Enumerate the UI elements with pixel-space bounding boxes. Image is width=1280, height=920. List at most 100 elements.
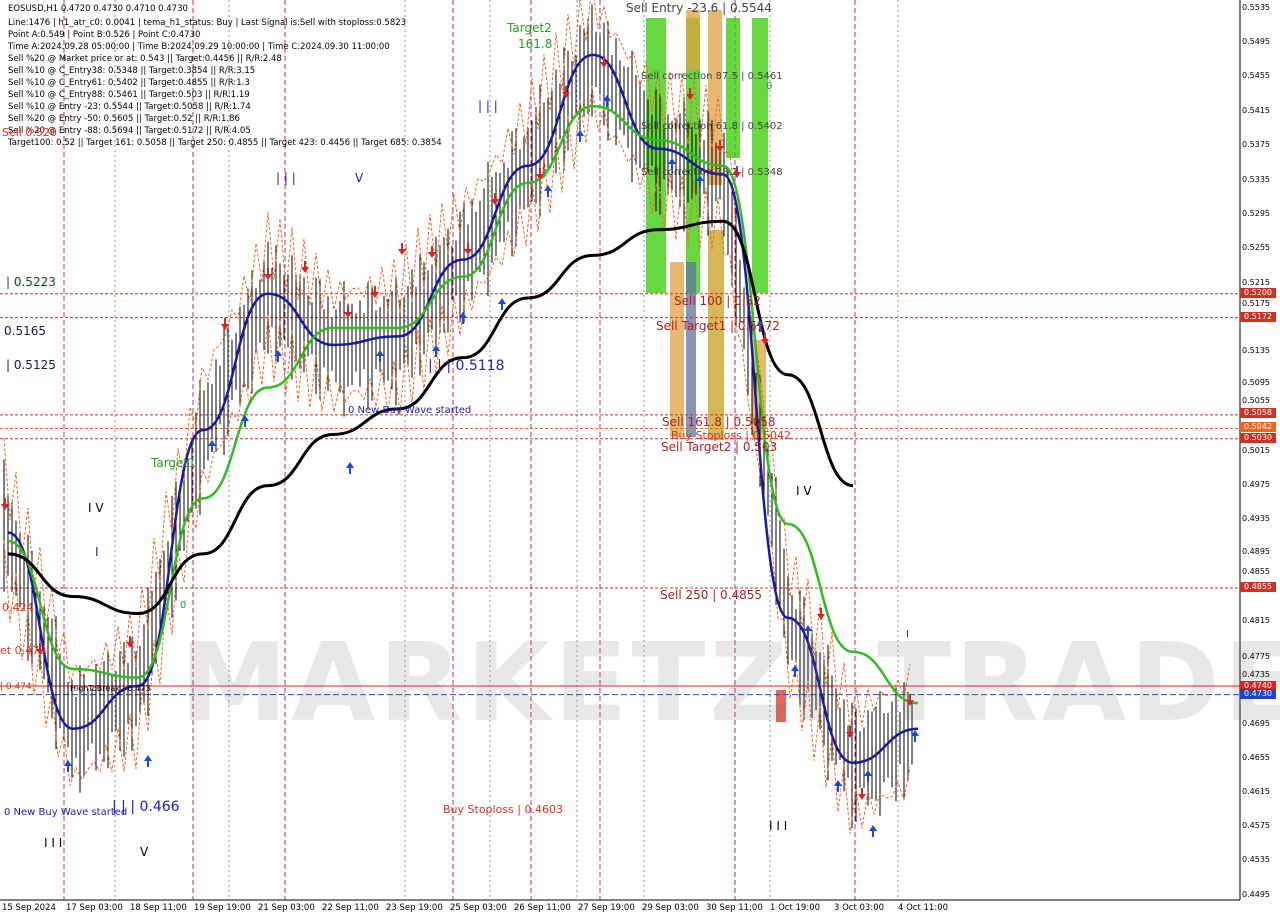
- label-wave-i-left: I: [95, 545, 99, 559]
- label-left-0474: | 0.474: [0, 682, 32, 692]
- info-line: Sell %20 @ Market price or at: 0.543 || …: [8, 54, 282, 64]
- label-sell-1618: Sell 161.8 | 0.5058: [662, 415, 776, 429]
- label-new-buy-wave-1: 0 New Buy Wave started: [348, 405, 472, 416]
- price-tick: 0.4735: [1242, 670, 1270, 679]
- info-line: Line:1476 | h1_atr_c0: 0.0041 | tema_h1_…: [8, 18, 407, 28]
- price-tick: 0.4575: [1242, 821, 1270, 830]
- signal-zone: [752, 18, 768, 293]
- signal-zone: [708, 230, 724, 440]
- tag-5200: 0.5200: [1240, 288, 1276, 298]
- signal-zone: [670, 262, 684, 437]
- info-line: Sell %10 @ C_Entry88: 0.5461 || Target:0…: [8, 90, 250, 100]
- date-tick: 15 Sep 2024: [2, 903, 56, 913]
- label-sell-target1: Sell Target1 | 0.5172: [656, 319, 780, 333]
- price-tick: 0.5095: [1242, 378, 1270, 387]
- label-5118: | | | 0.5118: [428, 358, 505, 374]
- date-tick: 22 Sep 11:00: [322, 903, 379, 913]
- price-tick: 0.5015: [1242, 446, 1270, 455]
- date-tick: 17 Sep 03:00: [66, 903, 123, 913]
- date-tick: 21 Sep 03:00: [258, 903, 315, 913]
- price-tick: 0.4895: [1242, 547, 1270, 556]
- label-left-520: Sell 0.520: [2, 126, 57, 139]
- tag-5172: 0.5172: [1240, 312, 1276, 322]
- price-tick: 0.4935: [1242, 514, 1270, 523]
- signal-zone: [686, 262, 696, 437]
- label-zero-top: 0: [766, 81, 773, 92]
- price-tick: 0.5535: [1242, 3, 1270, 12]
- date-tick: 26 Sep 11:00: [514, 903, 571, 913]
- price-tick: 0.4655: [1242, 753, 1270, 762]
- info-line: Target100: 0.52 || Target 161: 0.5058 ||…: [8, 138, 442, 148]
- signal-zone: [726, 18, 740, 158]
- date-tick: 23 Sep 19:00: [386, 903, 443, 913]
- label-sell-250: Sell 250 | 0.4855: [660, 588, 763, 602]
- label-high-to-break: HighToBreak | 0.473: [70, 684, 151, 693]
- price-tick: 0.5175: [1242, 299, 1270, 308]
- price-tick: 0.5295: [1242, 209, 1270, 218]
- label-left-424: 0.424: [2, 601, 34, 614]
- label-wave-iv-left: I V: [88, 501, 104, 515]
- price-tick: 0.4855: [1242, 567, 1270, 576]
- label-wave-v-blue: V: [355, 171, 364, 185]
- date-tick: 19 Sep 19:00: [194, 903, 251, 913]
- label-5125: | 0.5125: [6, 358, 56, 372]
- symbol-line: EOSUSD,H1 0.4720 0.4730 0.4710 0.4730: [8, 4, 188, 14]
- price-tick: 0.4695: [1242, 719, 1270, 728]
- price-tick: 0.5375: [1242, 140, 1270, 149]
- label-wave-iii-bottom: I I I: [44, 836, 63, 850]
- date-tick: 3 Oct 03:00: [834, 903, 885, 913]
- price-tick: 0.5455: [1242, 71, 1270, 80]
- date-tick: 27 Sep 19:00: [578, 903, 635, 913]
- label-wave-iii-top: | | |: [478, 99, 498, 113]
- info-line: Time A:2024.09.28 05:00:00 | Time B:2024…: [8, 42, 390, 52]
- tag-4730: 0.4730: [1240, 689, 1276, 699]
- price-tick: 0.5495: [1242, 37, 1270, 46]
- label-target2-value: 161.8: [518, 37, 553, 51]
- label-5223: | 0.5223: [6, 275, 56, 289]
- info-line: Sell %20 @ Entry -50: 0.5605 || Target:0…: [8, 114, 240, 124]
- tag-5030: 0.5030: [1240, 433, 1276, 443]
- label-target1-green: Target1: [151, 456, 196, 470]
- label-wave-v-bottom: V: [140, 845, 149, 859]
- label-sell-target2: Sell Target2 | 0.503: [661, 440, 778, 454]
- label-new-buy-wave-2: 0 New Buy Wave started: [4, 807, 128, 818]
- label-target2: Target2: [507, 21, 552, 35]
- price-tick: 0.4815: [1242, 616, 1270, 625]
- label-5165: 0.5165: [4, 324, 46, 338]
- price-tick: 0.4535: [1242, 855, 1270, 864]
- tag-5058: 0.5058: [1240, 408, 1276, 418]
- price-tick: 0.5215: [1242, 278, 1270, 287]
- price-tick: 0.4615: [1242, 787, 1270, 796]
- info-line: Sell %10 @ C_Entry61: 0.5402 || Target:0…: [8, 78, 250, 88]
- label-wave-iii-right: I I I: [769, 819, 788, 833]
- info-line: Point A:0.549 | Point B:0.526 | Point C:…: [8, 30, 201, 40]
- label-sell-correction-875: Sell correction 87.5 | 0.5461: [641, 71, 783, 82]
- tag-5042: 0.5042: [1240, 422, 1276, 432]
- price-tick: 0.5415: [1242, 106, 1270, 115]
- label-left-479: et 0.479: [0, 644, 47, 657]
- label-466: | | | 0.466: [112, 799, 180, 815]
- label-wave-iv-right: I V: [796, 484, 812, 498]
- price-tick: 0.4495: [1242, 890, 1270, 899]
- price-tick: 0.4975: [1242, 480, 1270, 489]
- signal-zone: [686, 10, 700, 70]
- label-sell-entry: Sell Entry -23.6 | 0.5544: [626, 1, 772, 15]
- date-tick: 4 Oct 11:00: [898, 903, 949, 913]
- info-line: Sell %10 @ Entry -23: 0.5544 || Target:0…: [8, 102, 251, 112]
- label-wave-iii-mid: | | |: [276, 171, 296, 185]
- date-tick: 30 Sep 11:00: [706, 903, 763, 913]
- date-tick: 29 Sep 03:00: [642, 903, 699, 913]
- date-tick: 18 Sep 11:00: [130, 903, 187, 913]
- date-tick: 25 Sep 03:00: [450, 903, 507, 913]
- label-sell-100: Sell 100 | 0.52: [674, 294, 761, 308]
- price-tick: 0.5135: [1242, 346, 1270, 355]
- price-tick: 0.4775: [1242, 652, 1270, 661]
- price-tick: 0.5055: [1242, 396, 1270, 405]
- label-wave-i-right: I: [906, 629, 909, 640]
- price-tick: 0.5335: [1242, 175, 1270, 184]
- label-sell-correction-382: Sell correction 38.2 | 0.5348: [641, 167, 783, 178]
- label-buy-stoploss-left: Buy Stoploss | 0.4603: [443, 803, 563, 816]
- watermark: MARKETZI TRADE: [180, 621, 1280, 746]
- info-line: Sell %10 @ C_Entry38: 0.5348 || Target:0…: [8, 66, 256, 76]
- label-sell-correction-618: Sell correction 61.8 | 0.5402: [641, 121, 783, 132]
